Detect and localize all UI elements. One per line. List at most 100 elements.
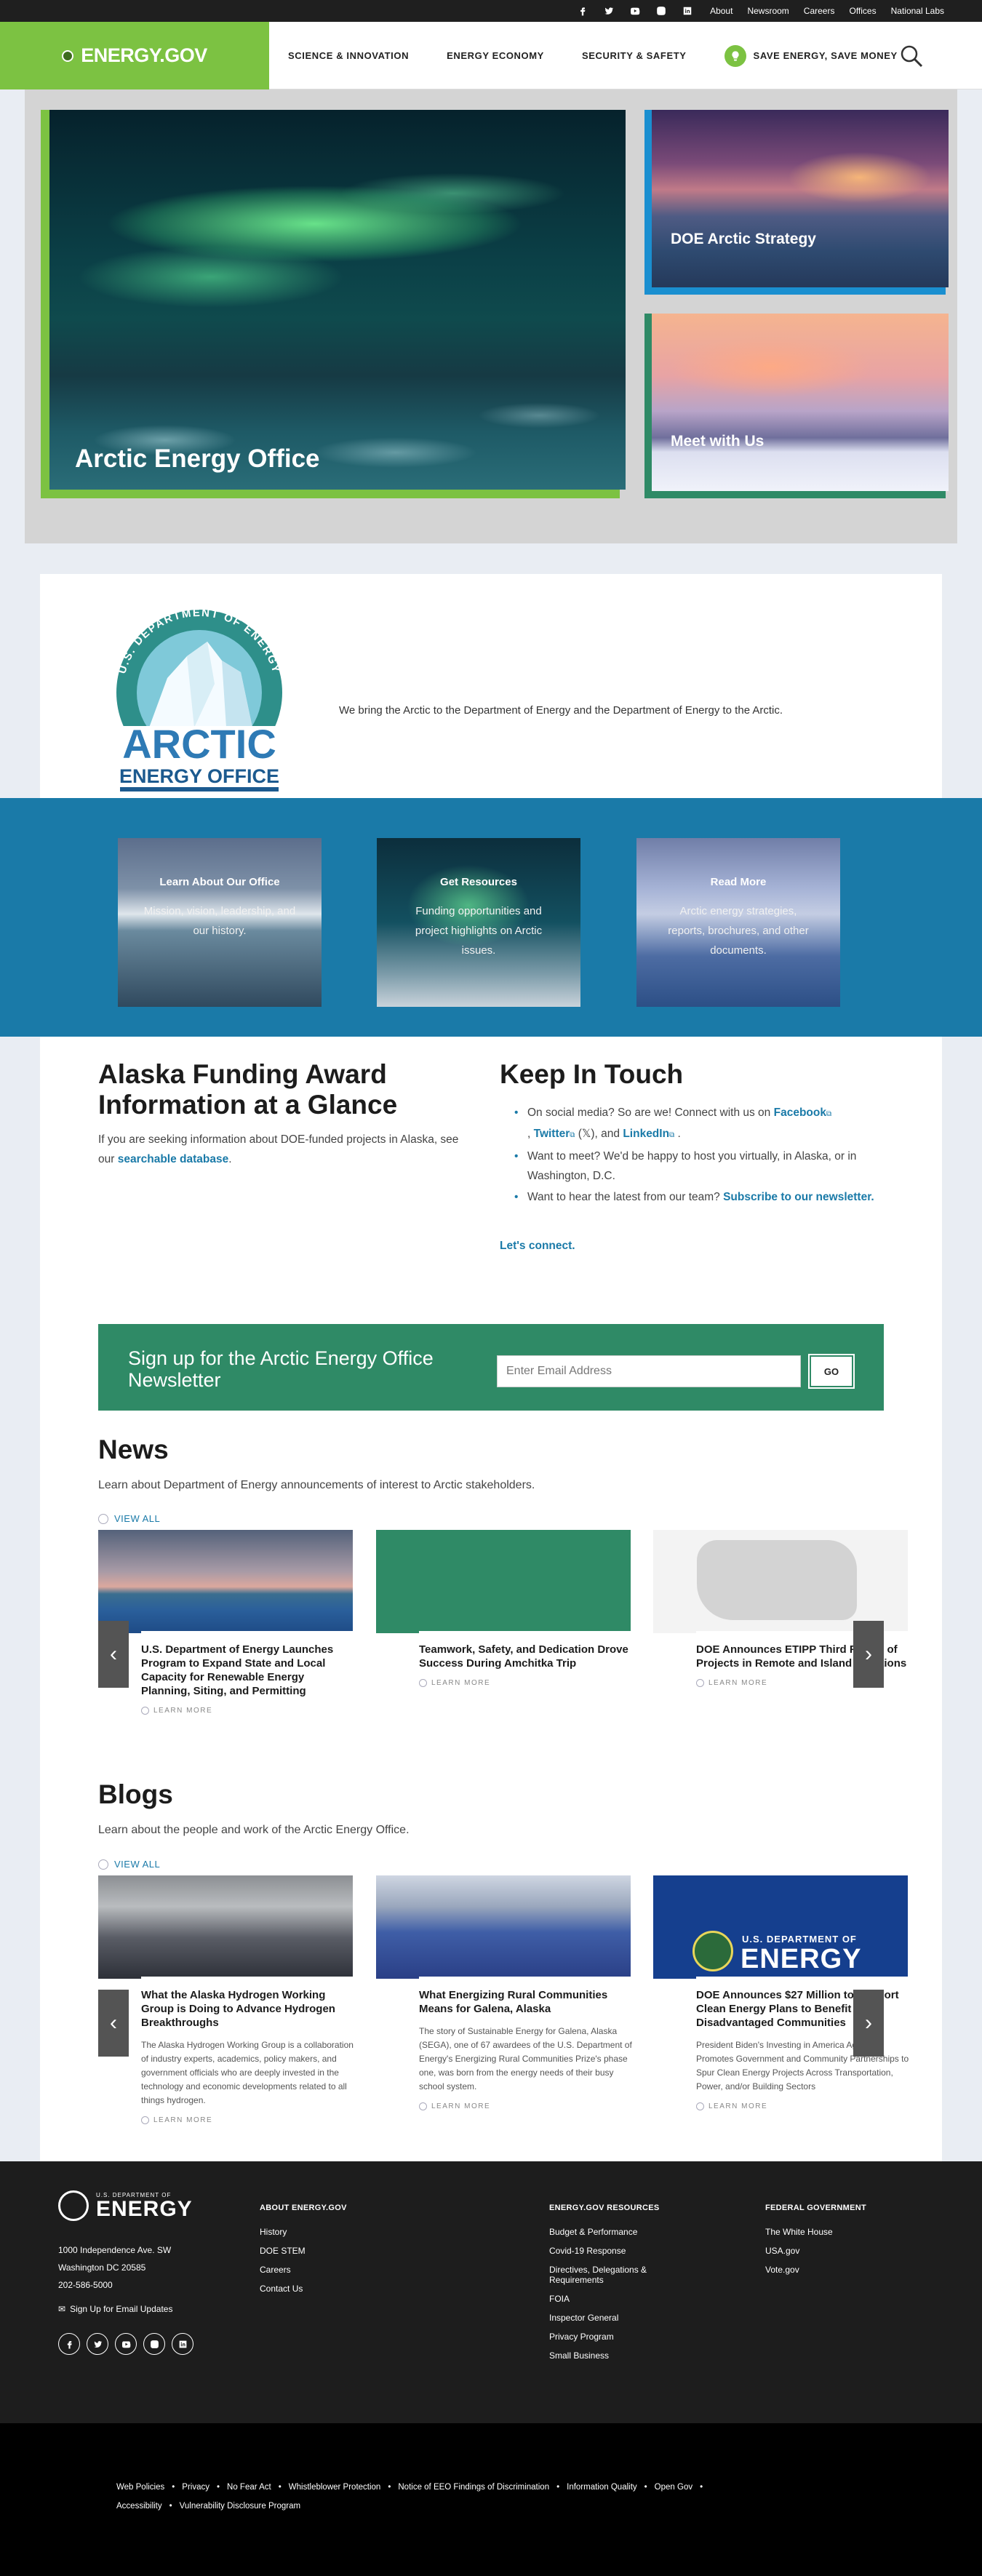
footer-link-vote-gov[interactable]: Vote.gov	[765, 2265, 866, 2275]
legal-link-whistleblower[interactable]: Whistleblower Protection	[289, 2483, 381, 2492]
instagram-icon[interactable]	[143, 2333, 165, 2355]
footer-link-doe-stem[interactable]: DOE STEM	[260, 2246, 347, 2256]
footer-brand-big: ENERGY	[96, 2196, 193, 2221]
legal-link-no-fear-act[interactable]: No Fear Act	[227, 2483, 271, 2492]
instagram-icon[interactable]	[653, 3, 669, 19]
email-updates-link[interactable]: ✉ Sign Up for Email Updates	[58, 2304, 172, 2314]
chevron-left-icon: ‹	[110, 1642, 117, 1666]
tile-desc: Mission, vision, leadership, and our his…	[143, 905, 296, 937]
blogs-view-all-link[interactable]: VIEW ALL	[98, 1859, 160, 1870]
energy-gov-logo[interactable]: ENERGY.GOV	[0, 22, 269, 89]
external-link-icon: ⧉	[826, 1110, 832, 1118]
linkedin-icon[interactable]	[679, 3, 695, 19]
tile-learn-about-office[interactable]: Learn About Our Office Mission, vision, …	[118, 838, 322, 1007]
footer-link-foia[interactable]: FOIA	[549, 2294, 666, 2304]
footer-link-small-business[interactable]: Small Business	[549, 2350, 666, 2361]
footer-link-contact-us[interactable]: Contact Us	[260, 2284, 347, 2294]
footer-link-covid[interactable]: Covid-19 Response	[549, 2246, 666, 2256]
go-button[interactable]: GO	[808, 1354, 855, 1389]
blog-title: What the Alaska Hydrogen Working Group i…	[141, 1989, 335, 2029]
funding-heading: Alaska Funding Award Information at a Gl…	[98, 1059, 398, 1120]
blog-desc: The story of Sustainable Energy for Gale…	[419, 2026, 632, 2091]
footer-doe-logo[interactable]: U.S. DEPARTMENT OF ENERGY	[58, 2190, 193, 2221]
youtube-icon[interactable]	[115, 2333, 137, 2355]
twitter-icon[interactable]	[87, 2333, 108, 2355]
learn-more-link[interactable]: LEARN MORE	[141, 2116, 355, 2124]
news-card-2[interactable]: Teamwork, Safety, and Dedication Drove S…	[376, 1530, 633, 1712]
twitter-icon[interactable]	[601, 3, 617, 19]
hero-meet-with-us[interactable]: Meet with Us	[644, 314, 949, 498]
facebook-icon[interactable]	[575, 3, 591, 19]
nav-science-innovation[interactable]: SCIENCE & INNOVATION	[269, 50, 428, 61]
legal-link-information-quality[interactable]: Information Quality	[567, 2483, 637, 2492]
tile-read-more[interactable]: Read More Arctic energy strategies, repo…	[636, 838, 840, 1007]
news-view-all-link[interactable]: VIEW ALL	[98, 1513, 160, 1524]
footer-link-directives[interactable]: Directives, Delegations & Requirements	[549, 2265, 666, 2285]
blogs-next-arrow[interactable]: ›	[853, 1990, 884, 2057]
linkedin-link[interactable]: LinkedIn	[623, 1128, 669, 1140]
legal-bar: Web Policies • Privacy • No Fear Act • Whis…	[0, 2423, 982, 2576]
legal-link-vulnerability-disclosure[interactable]: Vulnerability Disclosure Program	[180, 2502, 300, 2511]
view-all-label: VIEW ALL	[114, 1513, 161, 1524]
searchable-database-link[interactable]: searchable database	[118, 1153, 229, 1165]
util-link-careers[interactable]: Careers	[804, 6, 835, 16]
news-title: Teamwork, Safety, and Dedication Drove S…	[419, 1643, 628, 1670]
legal-link-open-gov[interactable]: Open Gov	[655, 2483, 692, 2492]
legal-link-privacy[interactable]: Privacy	[182, 2483, 209, 2492]
arctic-ice-image	[652, 110, 949, 287]
util-link-newsroom[interactable]: Newsroom	[747, 6, 789, 16]
blog-card-1[interactable]: What the Alaska Hydrogen Working Group i…	[98, 1875, 355, 2145]
hero-section: Arctic Energy Office DOE Arctic Strategy…	[25, 89, 957, 543]
hero-doe-arctic-strategy[interactable]: DOE Arctic Strategy	[644, 110, 949, 295]
subscribe-newsletter-link[interactable]: Subscribe to our newsletter.	[723, 1191, 874, 1203]
envelope-icon: ✉	[58, 2304, 66, 2314]
blogs-prev-arrow[interactable]: ‹	[98, 1990, 129, 2057]
legal-link-web-policies[interactable]: Web Policies	[116, 2483, 164, 2492]
search-icon[interactable]	[899, 44, 924, 68]
news-prev-arrow[interactable]: ‹	[98, 1621, 129, 1688]
youtube-icon[interactable]	[627, 3, 643, 19]
news-card-1[interactable]: U.S. Department of Energy Launches Progr…	[98, 1530, 355, 1741]
nav-save-energy[interactable]: SAVE ENERGY, SAVE MONEY	[706, 44, 917, 67]
facebook-link[interactable]: Facebook	[774, 1106, 826, 1119]
learn-more-link[interactable]: LEARN MORE	[419, 2102, 633, 2110]
legal-link-accessibility[interactable]: Accessibility	[116, 2502, 162, 2511]
intro-text: We bring the Arctic to the Department of…	[339, 704, 783, 717]
footer-link-history[interactable]: History	[260, 2227, 347, 2237]
linkedin-icon[interactable]	[172, 2333, 193, 2355]
nav-security-safety[interactable]: SECURITY & SAFETY	[563, 50, 706, 61]
footer-link-budget[interactable]: Budget & Performance	[549, 2227, 666, 2237]
footer-link-inspector-general[interactable]: Inspector General	[549, 2313, 666, 2323]
footer-link-usa-gov[interactable]: USA.gov	[765, 2246, 866, 2256]
site-footer: U.S. DEPARTMENT OF ENERGY 1000 Independe…	[0, 2161, 982, 2423]
hero-arctic-energy-office[interactable]: Arctic Energy Office	[41, 110, 626, 498]
keep-b1-pre: On social media? So are we! Connect with…	[527, 1106, 771, 1119]
footer-col-about: ABOUT ENERGY.GOV History DOE STEM Career…	[260, 2204, 347, 2302]
twitter-link[interactable]: Twitter	[534, 1128, 570, 1140]
nav-save-label: SAVE ENERGY, SAVE MONEY	[753, 50, 898, 61]
nav-energy-economy[interactable]: ENERGY ECONOMY	[428, 50, 563, 61]
util-link-about[interactable]: About	[710, 6, 732, 16]
blog-card-text: What Energizing Rural Communities Means …	[419, 1977, 633, 2110]
facebook-icon[interactable]	[58, 2333, 80, 2355]
news-next-arrow[interactable]: ›	[853, 1621, 884, 1688]
blog-card-2[interactable]: What Energizing Rural Communities Means …	[376, 1875, 633, 2145]
util-link-national-labs[interactable]: National Labs	[891, 6, 944, 16]
lets-connect-link[interactable]: Let's connect.	[500, 1240, 575, 1253]
footer-link-white-house[interactable]: The White House	[765, 2227, 866, 2237]
learn-more-label: LEARN MORE	[153, 1707, 213, 1715]
learn-more-link[interactable]: LEARN MORE	[141, 1707, 355, 1715]
email-field[interactable]	[497, 1355, 801, 1387]
footer-link-privacy-program[interactable]: Privacy Program	[549, 2332, 666, 2342]
footer-link-careers[interactable]: Careers	[260, 2265, 347, 2275]
tile-get-resources[interactable]: Get Resources Funding opportunities and …	[377, 838, 580, 1007]
util-link-offices[interactable]: Offices	[849, 6, 876, 16]
learn-more-link[interactable]: LEARN MORE	[419, 1679, 633, 1687]
doe-image-label-small: U.S. DEPARTMENT OF	[742, 1934, 857, 1945]
circle-icon	[696, 1679, 704, 1687]
snow-sunset-image	[652, 314, 949, 491]
legal-link-eeo-findings[interactable]: Notice of EEO Findings of Discrimination	[398, 2483, 549, 2492]
footer-col-resources: ENERGY.GOV RESOURCES Budget & Performanc…	[549, 2204, 666, 2369]
footer-social	[58, 2333, 193, 2355]
learn-more-link[interactable]: LEARN MORE	[696, 2102, 910, 2110]
